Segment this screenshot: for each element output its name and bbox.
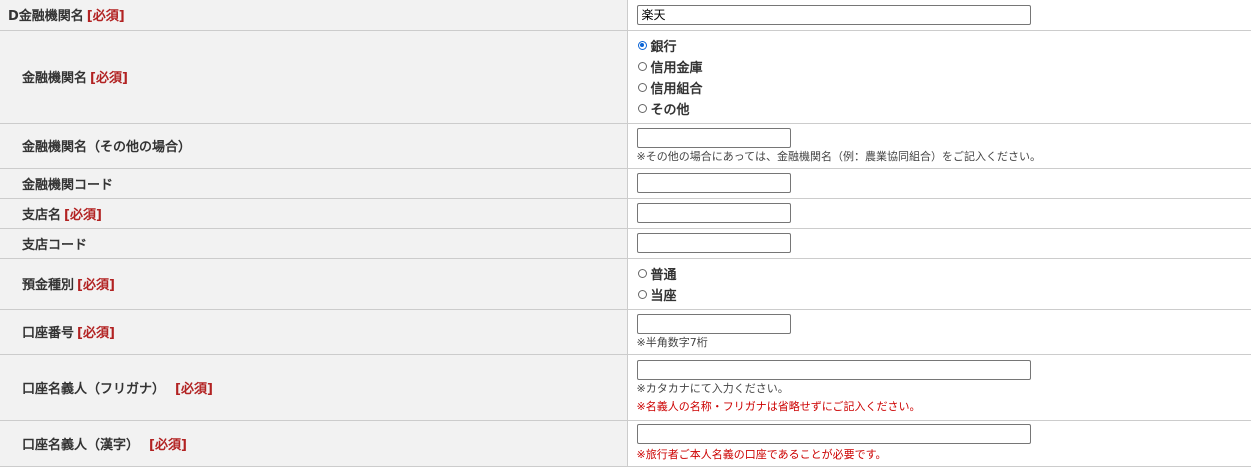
row-bank-type: 金融機関名[必須] 銀行 信用金庫 信用組合 その他: [0, 30, 1251, 123]
row-account-number: 口座番号[必須] ※半角数字7桁: [0, 309, 1251, 354]
row-branch-name: 支店名[必須]: [0, 198, 1251, 228]
required-tag: [必須]: [64, 208, 102, 223]
label-bank-other: 金融機関名（その他の場合）: [0, 123, 627, 168]
holder-kana-input[interactable]: [637, 360, 1031, 380]
label-text: D金融機関名: [8, 9, 84, 24]
label-branch-code: 支店コード: [0, 228, 627, 258]
radio-icon[interactable]: [638, 83, 647, 92]
value-cell: ※半角数字7桁: [627, 309, 1251, 354]
radio-label: その他: [651, 99, 690, 118]
radio-other[interactable]: その他: [637, 98, 1251, 119]
row-bank-name-d: D金融機関名[必須]: [0, 0, 1251, 30]
required-tag: [必須]: [77, 278, 115, 293]
row-bank-other: 金融機関名（その他の場合） ※その他の場合にあっては、金融機関名（例：農業協同組…: [0, 123, 1251, 168]
branch-code-input[interactable]: [637, 233, 791, 253]
label-text: 口座名義人（漢字）: [22, 438, 139, 453]
value-cell: 銀行 信用金庫 信用組合 その他: [627, 30, 1251, 123]
radio-label: 信用金庫: [651, 57, 703, 76]
row-deposit-type: 預金種別[必須] 普通 当座: [0, 258, 1251, 309]
radio-label: 銀行: [651, 36, 677, 55]
label-text: 金融機関名: [22, 71, 87, 86]
bank-other-note: ※その他の場合にあっては、金融機関名（例：農業協同組合）をご記入ください。: [637, 150, 1251, 164]
bank-account-form: D金融機関名[必須] 金融機関名[必須] 銀行 信用金庫 信用組合 その他 金融…: [0, 0, 1251, 467]
label-bank-type: 金融機関名[必須]: [0, 30, 627, 123]
label-holder-kana: 口座名義人（フリガナ） [必須]: [0, 354, 627, 420]
radio-futsu[interactable]: 普通: [637, 263, 1251, 284]
row-bank-code: 金融機関コード: [0, 168, 1251, 198]
radio-icon[interactable]: [638, 269, 647, 278]
holder-kana-note: ※カタカナにて入力ください。: [637, 382, 1251, 396]
label-deposit-type: 預金種別[必須]: [0, 258, 627, 309]
radio-label: 普通: [651, 264, 677, 283]
label-text: 口座番号: [22, 326, 74, 341]
required-tag: [必須]: [175, 382, 213, 397]
holder-kanji-warning: ※旅行者ご本人名義の口座であることが必要です。: [637, 448, 1251, 462]
bank-other-input[interactable]: [637, 128, 791, 148]
radio-shinkumi[interactable]: 信用組合: [637, 77, 1251, 98]
label-text: 預金種別: [22, 278, 74, 293]
radio-icon[interactable]: [638, 290, 647, 299]
branch-name-input[interactable]: [637, 203, 791, 223]
bank-type-radio-group: 銀行 信用金庫 信用組合 その他: [637, 32, 1251, 122]
label-account-number: 口座番号[必須]: [0, 309, 627, 354]
label-text: 支店名: [22, 208, 61, 223]
label-text: 支店コード: [22, 238, 87, 253]
bank-code-input[interactable]: [637, 173, 791, 193]
radio-label: 信用組合: [651, 78, 703, 97]
value-cell: [627, 0, 1251, 30]
label-holder-kanji: 口座名義人（漢字） [必須]: [0, 420, 627, 466]
value-cell: 普通 当座: [627, 258, 1251, 309]
value-cell: ※カタカナにて入力ください。 ※名義人の名称・フリガナは省略せずにご記入ください…: [627, 354, 1251, 420]
row-branch-code: 支店コード: [0, 228, 1251, 258]
radio-toza[interactable]: 当座: [637, 284, 1251, 305]
bank-name-d-input[interactable]: [637, 5, 1031, 25]
value-cell: [627, 198, 1251, 228]
label-bank-name-d: D金融機関名[必須]: [0, 0, 627, 30]
account-number-input[interactable]: [637, 314, 791, 334]
value-cell: [627, 168, 1251, 198]
row-holder-kana: 口座名義人（フリガナ） [必須] ※カタカナにて入力ください。 ※名義人の名称・フ…: [0, 354, 1251, 420]
radio-icon[interactable]: [638, 104, 647, 113]
radio-bank[interactable]: 銀行: [637, 35, 1251, 56]
row-holder-kanji: 口座名義人（漢字） [必須] ※旅行者ご本人名義の口座であることが必要です。: [0, 420, 1251, 466]
label-bank-code: 金融機関コード: [0, 168, 627, 198]
label-text: 金融機関コード: [22, 178, 113, 193]
holder-kana-warning: ※名義人の名称・フリガナは省略せずにご記入ください。: [637, 400, 1251, 414]
radio-label: 当座: [651, 285, 677, 304]
deposit-type-radio-group: 普通 当座: [637, 260, 1251, 308]
label-branch-name: 支店名[必須]: [0, 198, 627, 228]
account-number-note: ※半角数字7桁: [637, 336, 1251, 350]
value-cell: ※その他の場合にあっては、金融機関名（例：農業協同組合）をご記入ください。: [627, 123, 1251, 168]
label-text: 金融機関名（その他の場合）: [22, 140, 191, 155]
radio-icon[interactable]: [638, 62, 647, 71]
required-tag: [必須]: [90, 71, 128, 86]
required-tag: [必須]: [149, 438, 187, 453]
required-tag: [必須]: [87, 9, 125, 24]
required-tag: [必須]: [77, 326, 115, 341]
value-cell: [627, 228, 1251, 258]
label-text: 口座名義人（フリガナ）: [22, 382, 165, 397]
radio-shinkin[interactable]: 信用金庫: [637, 56, 1251, 77]
radio-selected-icon[interactable]: [638, 41, 647, 50]
holder-kanji-input[interactable]: [637, 424, 1031, 444]
value-cell: ※旅行者ご本人名義の口座であることが必要です。: [627, 420, 1251, 466]
